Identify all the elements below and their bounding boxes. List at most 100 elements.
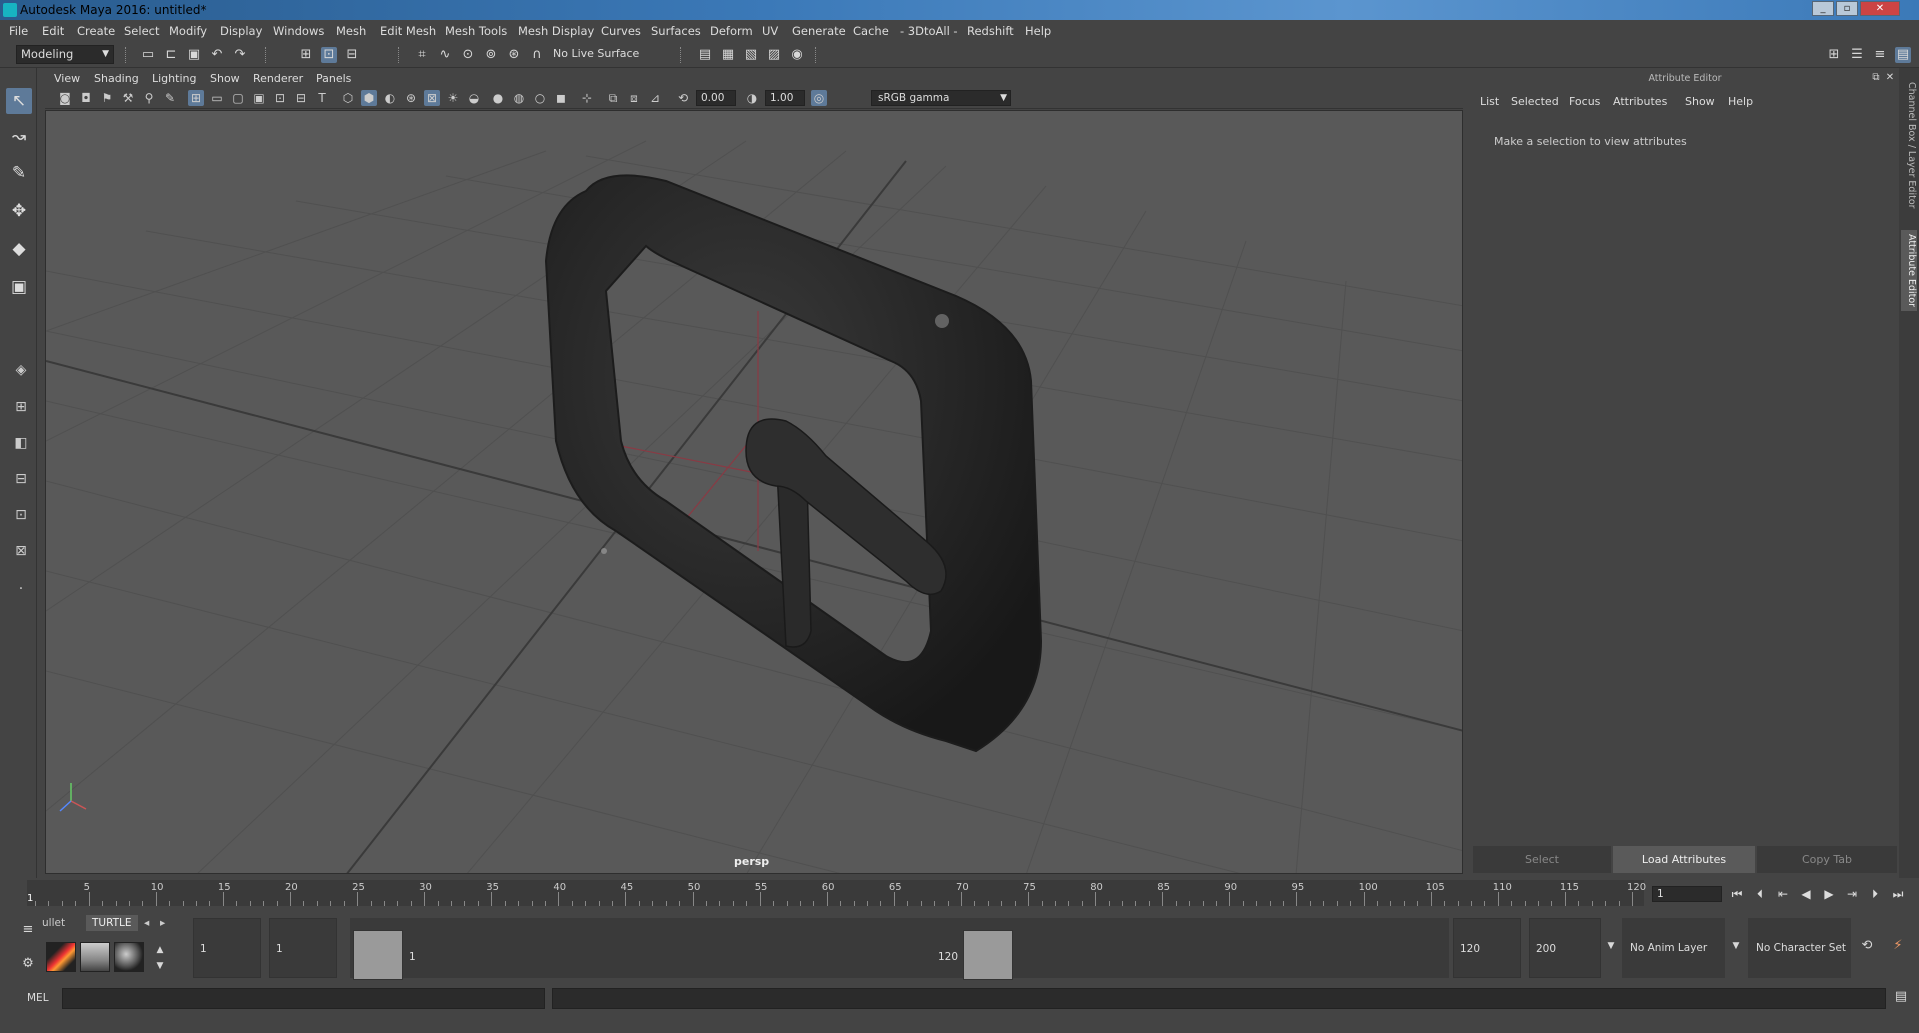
menu-display[interactable]: Display [220, 24, 262, 38]
graph-editor-layout-icon[interactable]: ⊡ [7, 502, 35, 528]
safe-action-icon[interactable]: ⊟ [293, 90, 309, 106]
menu-redshift[interactable]: Redshift [967, 24, 1014, 38]
select-tool-icon[interactable]: ↖ [6, 88, 32, 114]
shelf-scroll-right-icon[interactable]: ▸ [160, 917, 165, 929]
image-plane-icon[interactable]: ⚒ [120, 90, 136, 106]
chevron-down-icon[interactable]: ▼ [1728, 938, 1744, 954]
chevron-down-icon[interactable]: ▼ [1603, 938, 1619, 954]
render-settings-icon[interactable]: ▤ [697, 47, 713, 63]
attr-menu-selected[interactable]: Selected [1511, 95, 1559, 108]
shelf-menu-icon[interactable]: ≡ [20, 922, 36, 938]
safe-title-icon[interactable]: T [314, 90, 330, 106]
multisample-aa-icon[interactable]: ◍ [511, 90, 527, 106]
snap-point-icon[interactable]: ⊙ [460, 47, 476, 63]
film-gate-icon[interactable]: ▭ [209, 90, 225, 106]
menu-cache[interactable]: Cache [853, 24, 889, 38]
render-view-icon[interactable]: ▨ [766, 47, 782, 63]
range-start-handle[interactable] [353, 930, 403, 980]
attr-menu-list[interactable]: List [1480, 95, 1499, 108]
channel-box-tab[interactable]: Channel Box / Layer Editor [1901, 82, 1917, 209]
side-by-side-layout-icon[interactable]: ◧ [7, 430, 35, 456]
gate-mask-icon[interactable]: ▣ [251, 90, 267, 106]
turtle-render-icon[interactable] [46, 942, 76, 972]
menu-uv[interactable]: UV [762, 24, 778, 38]
isolate-select-icon[interactable]: ◼ [553, 90, 569, 106]
menu-3dtoall[interactable]: - 3DtoAll - [900, 24, 958, 38]
mel-label[interactable]: MEL [27, 992, 49, 1004]
menu-mesh-tools[interactable]: Mesh Tools [445, 24, 507, 38]
channel-box-toggle-icon[interactable]: ▤ [1895, 47, 1911, 63]
turtle-baking-icon[interactable] [80, 942, 110, 972]
playback-end-field[interactable]: 120 [1453, 918, 1521, 978]
range-slider-track[interactable]: 1 120 [350, 918, 1449, 980]
magnet-icon[interactable]: ∩ [529, 47, 545, 63]
go-to-start-icon[interactable]: ⏮ [1728, 885, 1746, 903]
load-attributes-button[interactable]: Load Attributes [1613, 846, 1755, 873]
save-scene-icon[interactable]: ▣ [186, 47, 202, 63]
modeling-toolkit-icon[interactable]: ⊞ [1826, 47, 1842, 63]
play-backwards-icon[interactable]: ◀ [1797, 885, 1815, 903]
motion-blur-icon[interactable]: ● [490, 90, 506, 106]
hud-icon[interactable]: ⊿ [647, 90, 663, 106]
grid-icon[interactable]: ⊞ [188, 90, 204, 106]
attribute-editor-toggle-icon[interactable]: ☰ [1849, 47, 1865, 63]
minimize-icon[interactable]: _ [1812, 1, 1834, 16]
redo-icon[interactable]: ↷ [232, 47, 248, 63]
live-surface-label[interactable]: No Live Surface [553, 47, 639, 60]
menu-edit-mesh[interactable]: Edit Mesh [380, 24, 436, 38]
select-button[interactable]: Select [1473, 846, 1611, 873]
current-frame-field[interactable]: 1 [1652, 886, 1722, 902]
menu-generate[interactable]: Generate [792, 24, 846, 38]
step-forward-frame-icon[interactable]: ⏵ [1866, 885, 1884, 903]
gamma-icon[interactable]: ◑ [744, 90, 760, 106]
command-input[interactable] [62, 988, 545, 1009]
mode-selector[interactable]: Modeling ▼ [16, 45, 114, 64]
undo-icon[interactable]: ↶ [209, 47, 225, 63]
play-forwards-icon[interactable]: ▶ [1820, 885, 1838, 903]
attr-menu-show[interactable]: Show [1685, 95, 1715, 108]
maximize-icon[interactable]: ▫ [1836, 1, 1858, 16]
shadows-icon[interactable]: ☀ [445, 90, 461, 106]
select-hierarchy-icon[interactable]: ⊞ [298, 47, 314, 63]
menu-deform[interactable]: Deform [710, 24, 753, 38]
resolution-gate-icon[interactable]: ▢ [230, 90, 246, 106]
shelf-scroll-left-icon[interactable]: ◂ [144, 917, 149, 929]
menu-file[interactable]: File [9, 24, 28, 38]
animation-preferences-icon[interactable]: ⚡ [1890, 938, 1906, 954]
four-pane-layout-icon[interactable]: ⊞ [7, 394, 35, 420]
snap-grid-icon[interactable]: ⌗ [414, 47, 430, 63]
open-scene-icon[interactable]: ⊏ [163, 47, 179, 63]
render-frame-icon[interactable]: ▦ [720, 47, 736, 63]
single-pane-layout-icon[interactable]: ◈ [7, 357, 35, 383]
snap-view-icon[interactable]: ⊚ [483, 47, 499, 63]
attr-menu-focus[interactable]: Focus [1569, 95, 1600, 108]
scale-tool-icon[interactable]: ▣ [6, 274, 32, 300]
viewport-menu-show[interactable]: Show [210, 72, 240, 85]
camera-attributes-icon[interactable]: ◘ [78, 90, 94, 106]
exposure-icon[interactable]: ⟲ [675, 90, 691, 106]
turtle-sphere-icon[interactable] [114, 942, 144, 972]
viewport-menu-panels[interactable]: Panels [316, 72, 351, 85]
snap-curve-icon[interactable]: ∿ [437, 47, 453, 63]
menu-modify[interactable]: Modify [169, 24, 207, 38]
depth-of-field-icon[interactable]: ○ [532, 90, 548, 106]
grease-pencil-icon[interactable]: ✎ [162, 90, 178, 106]
screen-space-ao-icon[interactable]: ◒ [466, 90, 482, 106]
anim-layer-dropdown[interactable]: No Anim Layer [1622, 918, 1725, 978]
perspective-viewport[interactable]: persp [45, 110, 1463, 874]
menu-create[interactable]: Create [77, 24, 115, 38]
attribute-editor-tab[interactable]: Attribute Editor [1901, 230, 1917, 312]
lasso-tool-icon[interactable]: ↝ [6, 124, 32, 150]
shelf-settings-icon[interactable]: ⚙ [20, 956, 36, 972]
color-management-icon[interactable]: ◎ [811, 90, 827, 106]
select-object-icon[interactable]: ⊡ [321, 47, 337, 63]
rotate-tool-icon[interactable]: ◆ [6, 236, 32, 262]
go-to-end-icon[interactable]: ⏭ [1889, 885, 1907, 903]
xray-components-icon[interactable]: ⧈ [626, 90, 642, 106]
viewport-menu-renderer[interactable]: Renderer [253, 72, 303, 85]
hypershade-layout-icon[interactable]: ⊠ [7, 538, 35, 564]
paint-select-tool-icon[interactable]: ✎ [6, 160, 32, 186]
gamma-field[interactable]: 1.00 [765, 90, 805, 106]
viewport-menu-view[interactable]: View [54, 72, 80, 85]
step-back-key-icon[interactable]: ⇤ [1774, 885, 1792, 903]
